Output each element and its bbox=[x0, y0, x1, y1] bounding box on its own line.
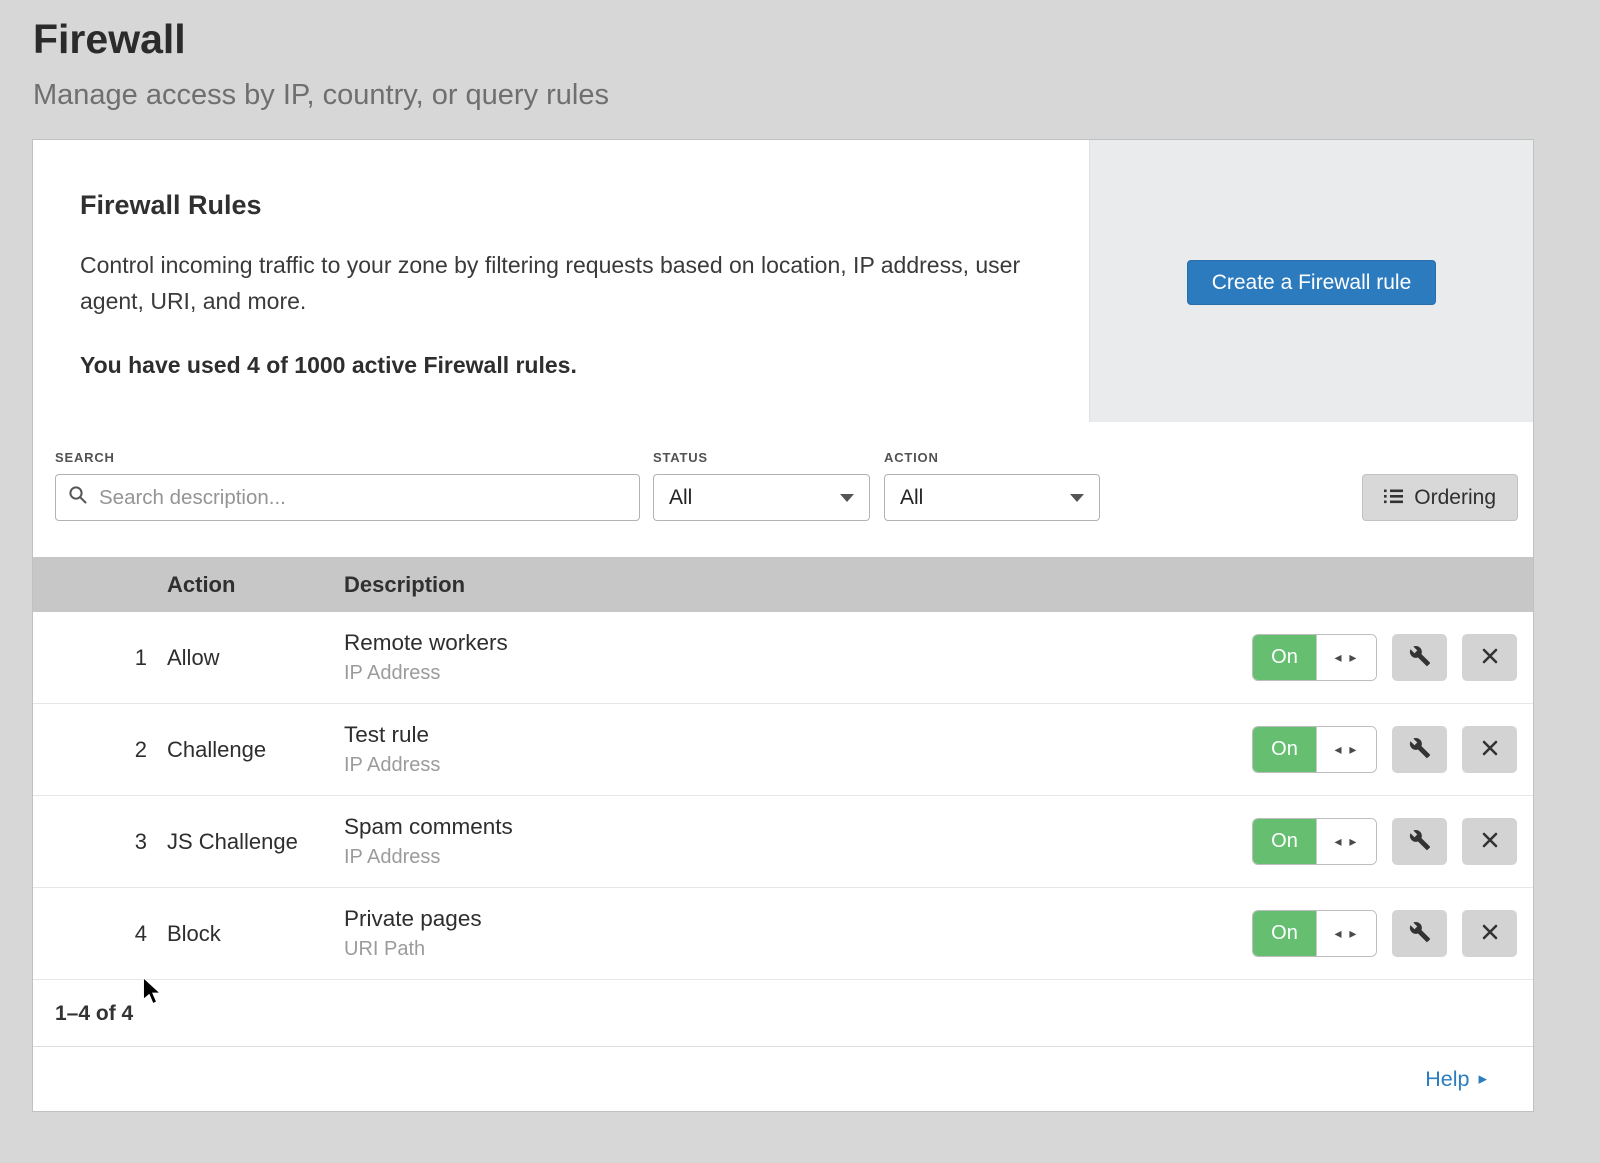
rule-number: 4 bbox=[33, 921, 167, 947]
close-icon bbox=[1481, 739, 1499, 760]
status-label: STATUS bbox=[653, 450, 870, 465]
chevron-down-icon bbox=[1070, 494, 1084, 502]
rule-match-type: URI Path bbox=[344, 938, 1252, 961]
rule-controls: On ◂ ▸ bbox=[1252, 726, 1533, 773]
card-usage-text: You have used 4 of 1000 active Firewall … bbox=[80, 352, 1049, 379]
toggle-on-label[interactable]: On bbox=[1253, 819, 1316, 864]
search-filter: SEARCH bbox=[55, 450, 640, 521]
rule-description: Spam comments bbox=[344, 814, 1252, 840]
close-icon bbox=[1481, 831, 1499, 852]
column-description: Description bbox=[344, 572, 1533, 598]
rule-description: Test rule bbox=[344, 722, 1252, 748]
wrench-icon bbox=[1409, 829, 1431, 854]
chevron-down-icon bbox=[840, 494, 854, 502]
delete-rule-button[interactable] bbox=[1462, 818, 1517, 865]
rule-number: 3 bbox=[33, 829, 167, 855]
close-icon bbox=[1481, 923, 1499, 944]
rule-action: Allow bbox=[167, 645, 344, 671]
rule-description-cell: Spam comments IP Address bbox=[344, 814, 1252, 869]
search-input[interactable] bbox=[97, 485, 627, 511]
rule-enabled-toggle[interactable]: On ◂ ▸ bbox=[1252, 634, 1377, 681]
rule-controls: On ◂ ▸ bbox=[1252, 910, 1533, 957]
table-row: 1 Allow Remote workers IP Address On ◂ ▸ bbox=[33, 612, 1533, 704]
card-footer: Help ▸ bbox=[33, 1047, 1533, 1111]
mouse-cursor bbox=[142, 977, 163, 1010]
rule-description: Remote workers bbox=[344, 630, 1252, 656]
rule-enabled-toggle[interactable]: On ◂ ▸ bbox=[1252, 726, 1377, 773]
help-arrow-icon: ▸ bbox=[1478, 1069, 1487, 1089]
toggle-arrows-icon[interactable]: ◂ ▸ bbox=[1316, 727, 1376, 772]
ordering-button-label: Ordering bbox=[1414, 486, 1496, 510]
rule-controls: On ◂ ▸ bbox=[1252, 818, 1533, 865]
rule-description-cell: Test rule IP Address bbox=[344, 722, 1252, 777]
action-select[interactable]: All bbox=[884, 474, 1100, 521]
edit-rule-button[interactable] bbox=[1392, 910, 1447, 957]
rule-enabled-toggle[interactable]: On ◂ ▸ bbox=[1252, 910, 1377, 957]
pagination-label: 1–4 of 4 bbox=[33, 980, 1533, 1047]
table-header: Action Description bbox=[33, 557, 1533, 612]
search-label: SEARCH bbox=[55, 450, 640, 465]
rule-number: 2 bbox=[33, 737, 167, 763]
card-description: Control incoming traffic to your zone by… bbox=[80, 247, 1030, 319]
ordering-list-icon bbox=[1384, 486, 1403, 510]
close-icon bbox=[1481, 647, 1499, 668]
rule-controls: On ◂ ▸ bbox=[1252, 634, 1533, 681]
card-top-info: Firewall Rules Control incoming traffic … bbox=[33, 140, 1089, 422]
search-icon bbox=[68, 485, 88, 510]
action-label: ACTION bbox=[884, 450, 1100, 465]
delete-rule-button[interactable] bbox=[1462, 634, 1517, 681]
edit-rule-button[interactable] bbox=[1392, 726, 1447, 773]
card-top-section: Firewall Rules Control incoming traffic … bbox=[33, 140, 1533, 422]
edit-rule-button[interactable] bbox=[1392, 634, 1447, 681]
table-row: 2 Challenge Test rule IP Address On ◂ ▸ bbox=[33, 704, 1533, 796]
rule-match-type: IP Address bbox=[344, 754, 1252, 777]
rule-description: Private pages bbox=[344, 906, 1252, 932]
toggle-arrows-icon[interactable]: ◂ ▸ bbox=[1316, 911, 1376, 956]
toggle-arrows-icon[interactable]: ◂ ▸ bbox=[1316, 819, 1376, 864]
status-select[interactable]: All bbox=[653, 474, 870, 521]
toggle-on-label[interactable]: On bbox=[1253, 911, 1316, 956]
page-subtitle: Manage access by IP, country, or query r… bbox=[33, 79, 1600, 112]
rule-match-type: IP Address bbox=[344, 662, 1252, 685]
rule-description-cell: Remote workers IP Address bbox=[344, 630, 1252, 685]
rule-description-cell: Private pages URI Path bbox=[344, 906, 1252, 961]
status-filter: STATUS All bbox=[653, 450, 870, 521]
wrench-icon bbox=[1409, 737, 1431, 762]
rule-enabled-toggle[interactable]: On ◂ ▸ bbox=[1252, 818, 1377, 865]
toggle-on-label[interactable]: On bbox=[1253, 727, 1316, 772]
rule-action: Challenge bbox=[167, 737, 344, 763]
page-header: Firewall Manage access by IP, country, o… bbox=[0, 0, 1600, 112]
wrench-icon bbox=[1409, 645, 1431, 670]
create-firewall-rule-button[interactable]: Create a Firewall rule bbox=[1187, 260, 1437, 305]
rule-number: 1 bbox=[33, 645, 167, 671]
edit-rule-button[interactable] bbox=[1392, 818, 1447, 865]
rule-action: JS Challenge bbox=[167, 829, 344, 855]
table-row: 3 JS Challenge Spam comments IP Address … bbox=[33, 796, 1533, 888]
firewall-rules-card: Firewall Rules Control incoming traffic … bbox=[33, 140, 1533, 1111]
delete-rule-button[interactable] bbox=[1462, 910, 1517, 957]
table-row: 4 Block Private pages URI Path On ◂ ▸ bbox=[33, 888, 1533, 980]
column-action: Action bbox=[167, 572, 344, 598]
rule-match-type: IP Address bbox=[344, 846, 1252, 869]
ordering-button[interactable]: Ordering bbox=[1362, 474, 1518, 521]
delete-rule-button[interactable] bbox=[1462, 726, 1517, 773]
page-title: Firewall bbox=[33, 16, 1600, 63]
help-link[interactable]: Help ▸ bbox=[1425, 1067, 1487, 1092]
action-select-value: All bbox=[900, 486, 923, 510]
rule-action: Block bbox=[167, 921, 344, 947]
card-section-title: Firewall Rules bbox=[80, 190, 1049, 221]
action-filter: ACTION All bbox=[884, 450, 1100, 521]
filter-bar: SEARCH STATUS All ACTION All bbox=[33, 422, 1533, 557]
help-link-label: Help bbox=[1425, 1067, 1469, 1092]
status-select-value: All bbox=[669, 486, 692, 510]
wrench-icon bbox=[1409, 921, 1431, 946]
card-top-action-panel: Create a Firewall rule bbox=[1089, 140, 1533, 422]
toggle-arrows-icon[interactable]: ◂ ▸ bbox=[1316, 635, 1376, 680]
search-input-wrapper bbox=[55, 474, 640, 521]
toggle-on-label[interactable]: On bbox=[1253, 635, 1316, 680]
